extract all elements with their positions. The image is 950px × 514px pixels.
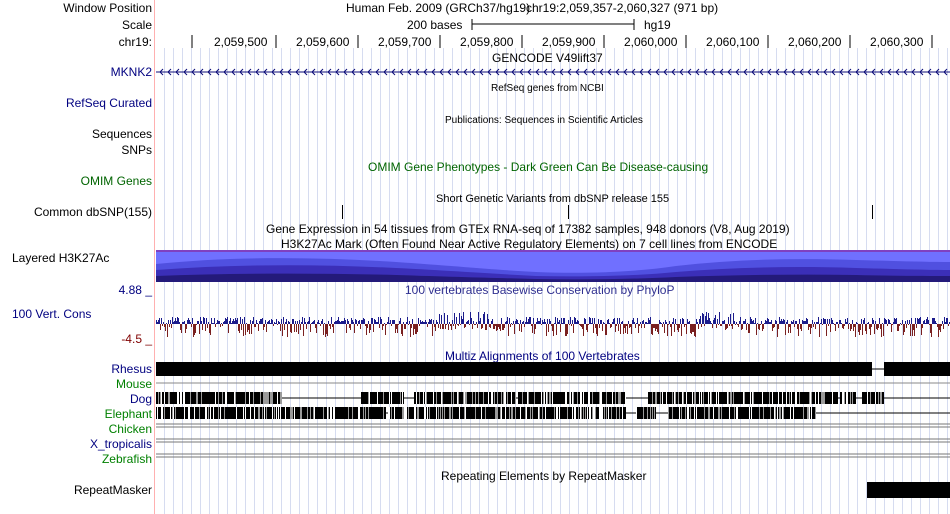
repeatmasker-track-title: Repeating Elements by RepeatMasker (441, 469, 647, 483)
track-label-sequences[interactable]: Sequences (92, 127, 152, 141)
ruler-tick-label: 2,060,000 (624, 35, 678, 49)
dbsnp-track-title: Short Genetic Variants from dbSNP releas… (436, 193, 670, 205)
ruler-tick-label: 2,060,200 (788, 35, 842, 49)
gtex-track-title: Gene Expression in 54 tissues from GTEx … (266, 222, 790, 236)
h3k27ac-track-title: H3K27Ac Mark (Often Found Near Active Re… (281, 237, 778, 251)
track-label-mknk2[interactable]: MKNK2 (111, 65, 152, 79)
ruler-tick-label: 2,059,600 (296, 35, 350, 49)
ruler-tick-label: 2,059,700 (378, 35, 432, 49)
multiz-alignments[interactable] (156, 360, 950, 465)
track-data-area[interactable]: Human Feb. 2009 (GRCh37/hg19) chr19:2,05… (156, 0, 950, 514)
phylop-conservation-bars[interactable] (156, 300, 950, 348)
species-label-mouse[interactable]: Mouse (116, 377, 152, 391)
track-label-layered-h3k27ac[interactable]: Layered H3K27Ac (12, 251, 109, 265)
h3k27ac-signal[interactable] (156, 250, 950, 282)
ruler-tick-label: 2,060,100 (706, 35, 760, 49)
species-label-zebrafish[interactable]: Zebrafish (102, 452, 152, 466)
track-label-repeatmasker[interactable]: RepeatMasker (74, 483, 152, 497)
ruler-tick-label: 2,059,500 (214, 35, 268, 49)
species-label-x-tropicalis[interactable]: X_tropicalis (90, 437, 152, 451)
ruler-tick-label: 2,059,800 (460, 35, 514, 49)
track-label-common-dbsnp[interactable]: Common dbSNP(155) (34, 205, 152, 219)
label-divider (154, 0, 155, 514)
track-label-refseq[interactable]: RefSeq Curated (66, 96, 152, 110)
track-label-snps[interactable]: SNPs (121, 143, 152, 157)
repeatmasker-elements[interactable] (156, 482, 950, 502)
cons-min-value: -4.5 _ (121, 332, 152, 346)
ruler-tick-label: 2,059,900 (542, 35, 596, 49)
dbsnp-variants[interactable] (156, 205, 950, 221)
phylop-track-title: 100 vertebrates Basewise Conservation by… (405, 283, 675, 297)
refseq-track-title: RefSeq genes from NCBI (491, 83, 604, 94)
chromosome-label: chr19: (118, 35, 152, 49)
species-label-elephant[interactable]: Elephant (105, 407, 152, 421)
track-label-omim-genes[interactable]: OMIM Genes (81, 174, 152, 188)
publications-track-title: Publications: Sequences in Scientific Ar… (445, 115, 643, 126)
track-label-vert-cons[interactable]: 100 Vert. Cons (12, 307, 91, 321)
gencode-track-title: GENCODE V49lift37 (492, 51, 603, 65)
genome-browser-image: Window Position Scale chr19: MKNK2 RefSe… (0, 0, 950, 514)
scale-label: Scale (121, 18, 152, 32)
omim-track-title: OMIM Gene Phenotypes - Dark Green Can Be… (368, 160, 709, 174)
species-label-rhesus[interactable]: Rhesus (111, 362, 152, 376)
track-labels-column: Window Position Scale chr19: MKNK2 RefSe… (0, 0, 154, 514)
ruler-tick-label: 2,060,300 (870, 35, 924, 49)
species-label-dog[interactable]: Dog (130, 392, 152, 406)
window-position-label: Window Position (63, 1, 152, 15)
gene-mknk2[interactable] (156, 67, 950, 77)
cons-max-value: 4.88 _ (118, 283, 152, 297)
species-label-chicken[interactable]: Chicken (109, 422, 152, 436)
